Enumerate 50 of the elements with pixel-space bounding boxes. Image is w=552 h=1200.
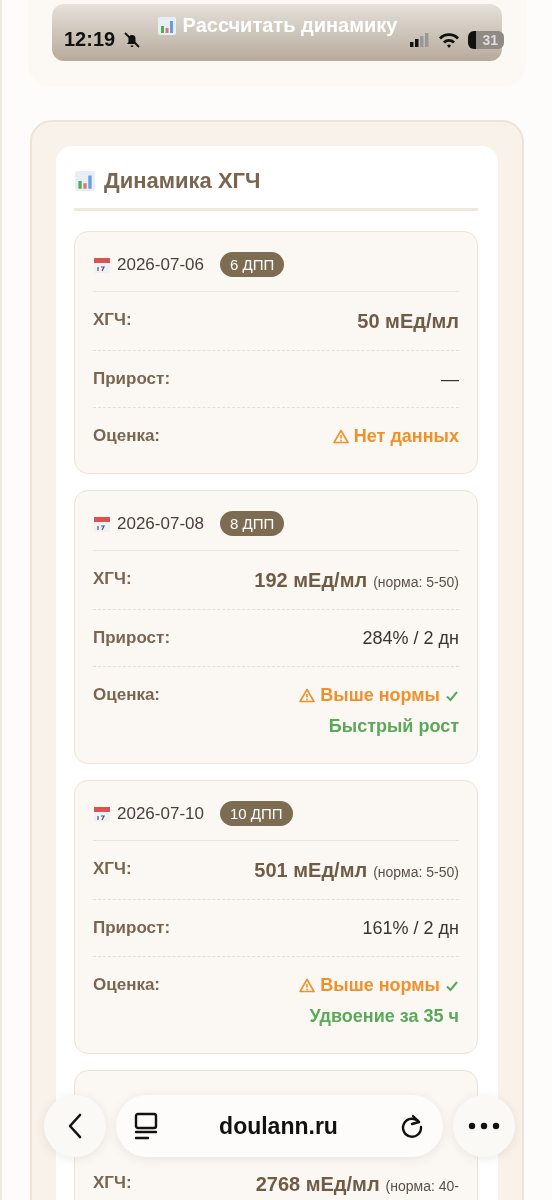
hcg-label: ХГЧ: [93, 1173, 132, 1193]
section-title: Динамика ХГЧ [104, 168, 261, 194]
chart-icon [156, 15, 177, 36]
muted-bell-icon [123, 30, 142, 49]
growth-label: Прирост: [93, 369, 171, 389]
calendar-icon [93, 804, 111, 823]
ok-status: Удвоение за 35 ч [309, 1006, 459, 1027]
hcg-value: 50 мЕд/мл [357, 310, 459, 333]
entry-date: 2026-07-08 [117, 513, 204, 534]
warning-status: Нет данных [353, 426, 459, 447]
wifi-icon [438, 31, 461, 48]
address-bar[interactable]: doulann.ru [116, 1095, 443, 1157]
entry-date: 2026-07-06 [117, 254, 204, 275]
growth-label: Прирост: [93, 918, 171, 938]
growth-value: 284% / 2 дн [362, 628, 459, 649]
reload-icon[interactable] [399, 1113, 425, 1139]
norm-range: (норма: 40- [385, 1178, 459, 1194]
calendar-icon [93, 255, 111, 274]
chart-icon [74, 170, 96, 192]
warning-status: Выше нормы [320, 975, 440, 996]
norm-range: (норма: 5-50) [373, 574, 459, 590]
ok-status: Быстрый рост [328, 716, 459, 737]
hcg-label: ХГЧ: [93, 310, 132, 330]
growth-value: — [441, 369, 459, 390]
warning-icon [299, 978, 316, 993]
status-time: 12:19 [64, 28, 116, 51]
warning-icon [299, 688, 316, 703]
hcg-value: 501 мЕд/мл [254, 859, 368, 882]
dpo-badge: 10 ДПП [219, 801, 293, 826]
hcg-label: ХГЧ: [93, 859, 132, 879]
growth-label: Прирост: [93, 628, 171, 648]
hcg-value: 2768 мЕд/мл [255, 1173, 380, 1196]
tabs-icon [134, 1112, 158, 1140]
signal-icon [410, 32, 431, 47]
entry-date: 2026-07-10 [117, 803, 204, 824]
url-text: doulann.ru [219, 1112, 338, 1140]
hcg-label: ХГЧ: [93, 569, 132, 589]
norm-range: (норма: 5-50) [373, 864, 459, 880]
calendar-icon [93, 514, 111, 533]
assessment-label: Оценка: [93, 685, 161, 705]
growth-value: 161% / 2 дн [362, 918, 459, 939]
more-icon [468, 1122, 500, 1130]
hcg-value: 192 мЕд/мл [254, 569, 368, 592]
dpo-badge: 8 ДПП [219, 511, 285, 536]
warning-icon [332, 429, 349, 444]
assessment-label: Оценка: [93, 426, 161, 446]
assessment-label: Оценка: [93, 975, 161, 995]
warning-status: Выше нормы [320, 685, 440, 706]
back-icon [68, 1113, 82, 1139]
dpo-badge: 6 ДПП [219, 252, 285, 277]
